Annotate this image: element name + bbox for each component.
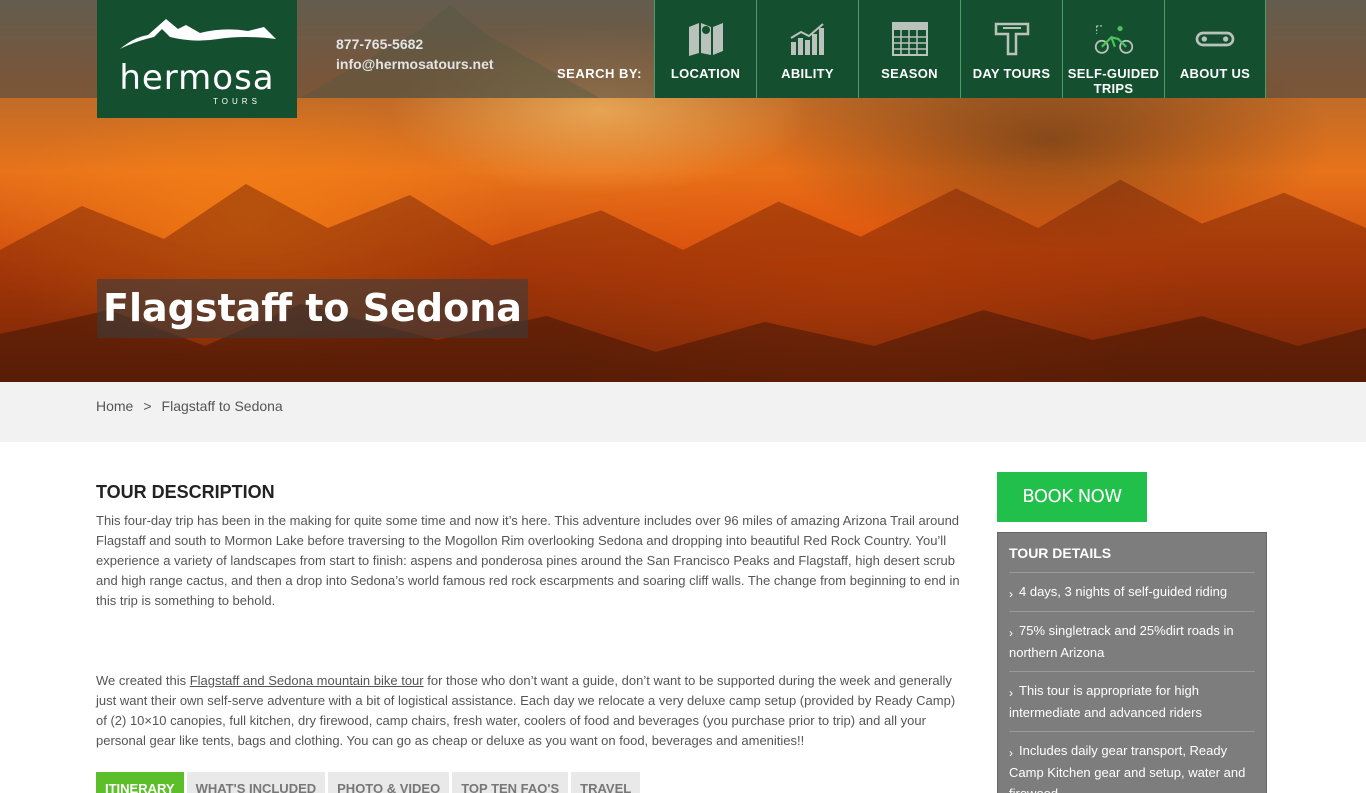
email-link[interactable]: info@hermosatours.net xyxy=(336,54,494,74)
calendar-icon xyxy=(890,20,930,58)
tour-detail-item: › 75% singletrack and 25%dirt roads in no… xyxy=(1009,612,1255,672)
tour-detail-item: › This tour is appropriate for high inter… xyxy=(1009,672,1255,732)
tour-detail-item: › 4 days, 3 nights of self-guided riding xyxy=(1009,573,1255,612)
description-paragraph: This four-day trip has been in the makin… xyxy=(96,513,960,608)
breadcrumb-current: Flagstaff to Sedona xyxy=(161,398,283,414)
nav-label: SEASON xyxy=(881,66,938,81)
tour-tabs: ITINERARY WHAT'S INCLUDED PHOTO & VIDEO … xyxy=(96,772,641,793)
main-nav: LOCATION ABILITY SEASON DAY TOURS SELF-G… xyxy=(654,0,1266,98)
logo-wordmark: hermosa xyxy=(119,57,275,98)
nav-self-guided-trips[interactable]: SELF-GUIDED TRIPS xyxy=(1062,0,1164,98)
paragraph-text: We created this xyxy=(96,673,190,688)
tour-detail-text: 4 days, 3 nights of self-guided riding xyxy=(1019,584,1228,599)
contact-info: 877-765-5682 info@hermosatours.net xyxy=(336,34,494,74)
page-title: Flagstaff to Sedona xyxy=(97,279,528,338)
nav-ability[interactable]: ABILITY xyxy=(756,0,858,98)
nav-about-us[interactable]: ABOUT US xyxy=(1164,0,1266,98)
chevron-right-icon: › xyxy=(1009,587,1013,601)
tab-itinerary[interactable]: ITINERARY xyxy=(96,772,184,793)
bar-chart-icon xyxy=(788,20,828,58)
bike-chain-icon xyxy=(1195,20,1235,58)
phone-link[interactable]: 877-765-5682 xyxy=(336,34,494,54)
tour-detail-text: Includes daily gear transport, Ready Cam… xyxy=(1009,743,1246,793)
breadcrumb-separator: > xyxy=(143,398,152,414)
section-title: TOUR DESCRIPTION xyxy=(96,482,275,502)
search-by-label: SEARCH BY: xyxy=(557,66,642,81)
breadcrumb-band: Home > Flagstaff to Sedona xyxy=(0,382,1366,442)
logo-subtitle: TOURS xyxy=(213,96,261,106)
tab-whats-included[interactable]: WHAT'S INCLUDED xyxy=(186,772,326,793)
chevron-right-icon: › xyxy=(1009,746,1013,760)
nav-label: LOCATION xyxy=(670,66,741,81)
tour-detail-text: 75% singletrack and 25%dirt roads in nor… xyxy=(1009,623,1234,660)
cyclist-icon xyxy=(1094,20,1134,58)
tour-description: TOUR DESCRIPTION This four-day trip has … xyxy=(96,470,966,751)
tour-detail-text: This tour is appropriate for high interm… xyxy=(1009,683,1202,720)
nav-label: DAY TOURS xyxy=(972,66,1051,81)
nav-label: ABOUT US xyxy=(1179,66,1251,81)
tab-photo-video[interactable]: PHOTO & VIDEO xyxy=(328,772,450,793)
tour-details-title: TOUR DETAILS xyxy=(1009,545,1255,573)
nav-day-tours[interactable]: DAY TOURS xyxy=(960,0,1062,98)
nav-label: ABILITY xyxy=(781,66,834,81)
tour-details-panel: TOUR DETAILS › 4 days, 3 nights of self-g… xyxy=(997,532,1267,793)
tour-detail-item: › Includes daily gear transport, Ready Ca… xyxy=(1009,732,1255,793)
nav-label: SELF-GUIDED TRIPS xyxy=(1067,66,1160,96)
map-icon xyxy=(686,20,726,58)
tab-faqs[interactable]: TOP TEN FAQ'S xyxy=(452,772,569,793)
logo-mountain-icon xyxy=(120,18,276,49)
tab-travel[interactable]: TRAVEL xyxy=(571,772,641,793)
chevron-right-icon: › xyxy=(1009,626,1013,640)
nav-season[interactable]: SEASON xyxy=(858,0,960,98)
day-tour-icon xyxy=(992,20,1032,58)
tour-link[interactable]: Flagstaff and Sedona mountain bike tour xyxy=(190,673,424,688)
nav-location[interactable]: LOCATION xyxy=(654,0,756,98)
book-now-button[interactable]: BOOK NOW xyxy=(997,472,1147,522)
description-paragraph: We created this Flagstaff and Sedona mou… xyxy=(96,671,966,751)
breadcrumb: Home > Flagstaff to Sedona xyxy=(96,398,283,414)
logo[interactable]: hermosa TOURS xyxy=(97,0,297,118)
breadcrumb-home[interactable]: Home xyxy=(96,398,133,414)
chevron-right-icon: › xyxy=(1009,686,1013,700)
